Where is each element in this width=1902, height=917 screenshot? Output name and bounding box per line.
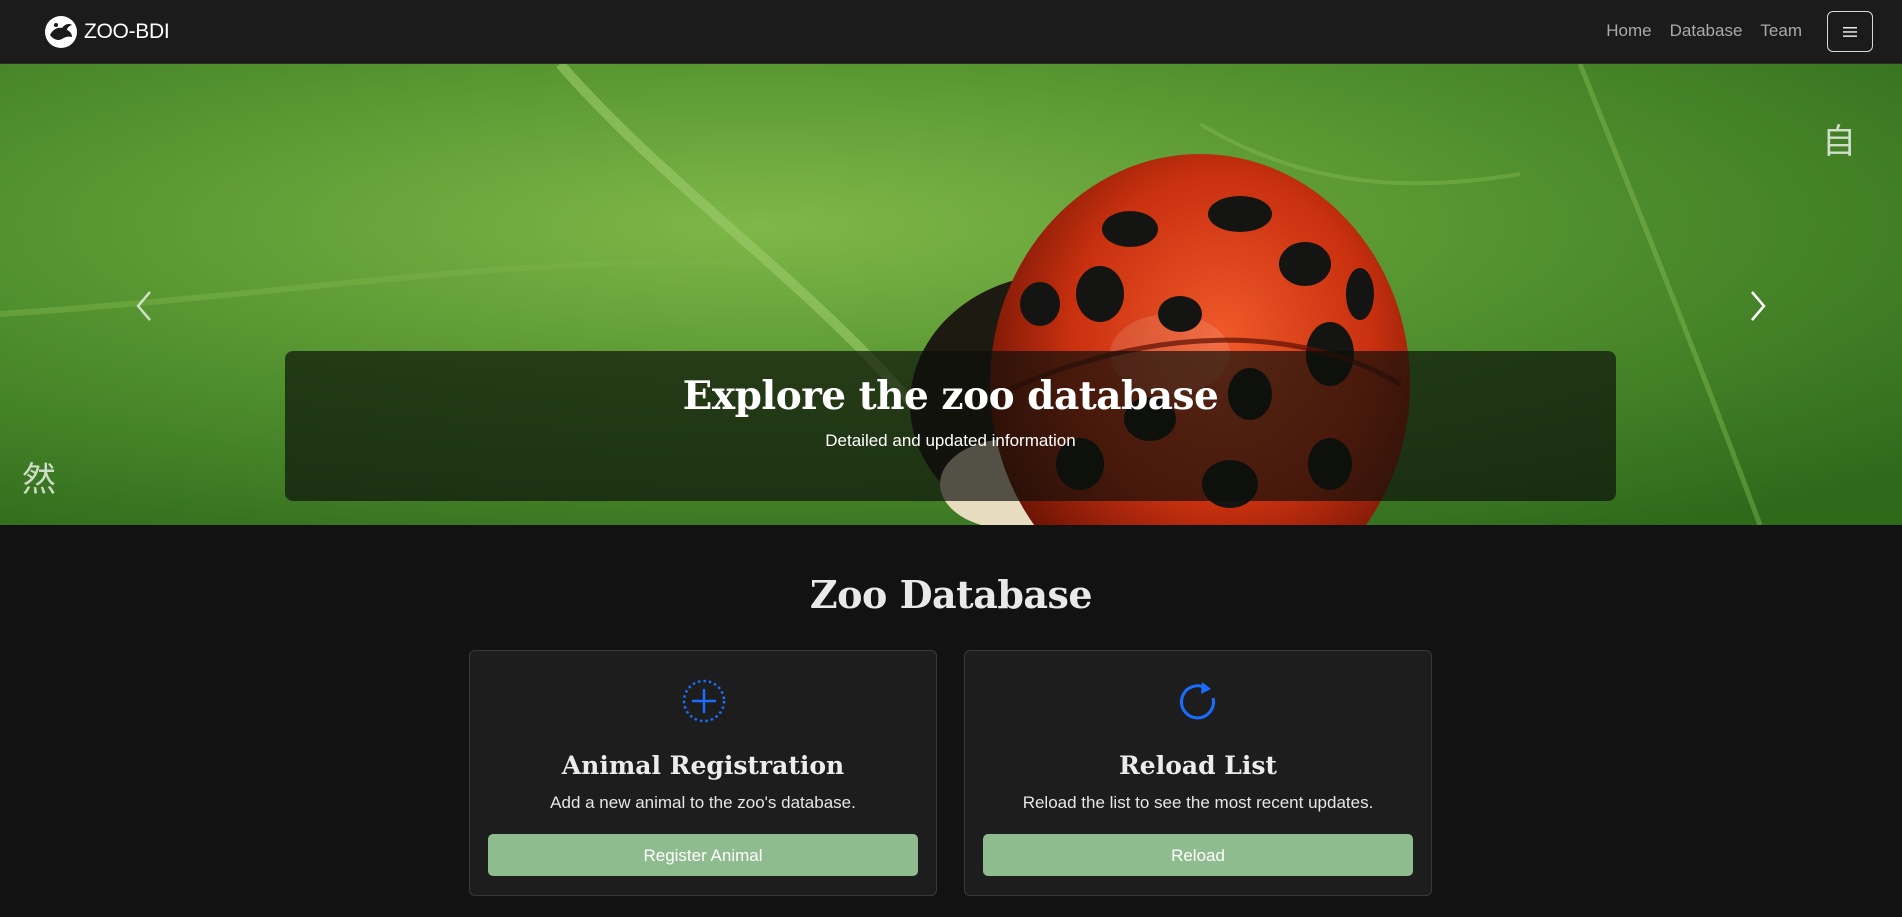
- hero-subtitle: Detailed and updated information: [825, 431, 1076, 450]
- brand-link[interactable]: ZOO-BDI: [44, 15, 170, 49]
- nav-links: Home Database Team: [1606, 21, 1802, 41]
- hero-title: Explore the zoo database: [682, 373, 1219, 419]
- card-title: Animal Registration: [561, 751, 845, 780]
- chevron-right-icon: [1751, 291, 1766, 321]
- section-title: Zoo Database: [809, 572, 1093, 617]
- nav-link-team[interactable]: Team: [1760, 21, 1802, 41]
- card-title: Reload List: [1119, 751, 1277, 780]
- carousel-caption: Explore the zoo database Detailed and up…: [285, 351, 1616, 501]
- kanji-nature-top: 自: [1822, 122, 1856, 162]
- reload-icon: [1180, 682, 1215, 720]
- card-description: Add a new animal to the zoo's database.: [550, 793, 856, 812]
- card-description: Reload the list to see the most recent u…: [1022, 793, 1374, 812]
- animal-registration-card: Animal Registration Add a new animal to …: [469, 650, 937, 896]
- chevron-left-icon: [136, 291, 151, 321]
- nav-link-database[interactable]: Database: [1670, 21, 1743, 41]
- zoo-logo-icon: [45, 16, 77, 48]
- reload-list-card: Reload List Reload the list to see the m…: [964, 650, 1432, 896]
- navbar: ZOO-BDI Home Database Team: [0, 0, 1902, 64]
- register-animal-button[interactable]: Register Animal: [488, 834, 918, 876]
- kanji-nature-bottom: 然: [22, 460, 56, 500]
- plus-circle-icon: [682, 679, 726, 723]
- reload-button[interactable]: Reload: [983, 834, 1413, 876]
- carousel-prev-button[interactable]: [124, 276, 164, 336]
- menu-toggle-button[interactable]: [1827, 11, 1873, 52]
- nav-link-home[interactable]: Home: [1606, 21, 1651, 41]
- hero-carousel: 自 然 Explore the zoo database Detailed an…: [0, 64, 1902, 525]
- brand-name: ZOO-BDI: [84, 20, 170, 43]
- hamburger-icon: [1843, 26, 1857, 37]
- carousel-next-button[interactable]: [1738, 276, 1778, 336]
